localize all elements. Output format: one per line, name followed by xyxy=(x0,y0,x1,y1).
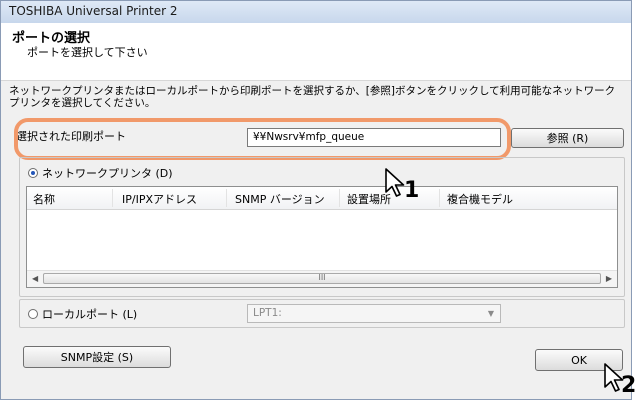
printer-port-dialog: TOSHIBA Universal Printer 2 ポートの選択 ポートを選… xyxy=(0,0,632,400)
scroll-thumb[interactable]: III xyxy=(43,273,601,284)
selected-port-highlight xyxy=(14,118,511,160)
local-port-radio[interactable] xyxy=(28,309,38,319)
network-printer-label[interactable]: ネットワークプリンタ (D) xyxy=(42,165,173,181)
network-printer-radio[interactable] xyxy=(28,168,38,178)
chevron-down-icon: ▼ xyxy=(487,309,494,318)
network-printer-list[interactable]: 名称 IP/IPXアドレス SNMP バージョン 設置場所 複合機モデル ◀ I… xyxy=(26,186,618,288)
scroll-right-arrow-icon[interactable]: ▶ xyxy=(606,274,612,283)
local-port-select[interactable]: LPT1: ▼ xyxy=(247,304,501,323)
browse-button[interactable]: 参照 (R) xyxy=(511,128,624,148)
column-name[interactable]: 名称 xyxy=(33,191,55,207)
snmp-settings-button[interactable]: SNMP設定 (S) xyxy=(23,346,171,368)
instruction-text: ネットワークプリンタまたはローカルポートから印刷ポートを選択するか、[参照]ボタ… xyxy=(9,85,616,109)
column-divider xyxy=(439,189,440,207)
mouse-pointer-icon xyxy=(385,168,405,197)
local-port-value: LPT1: xyxy=(253,307,282,319)
title-bar: TOSHIBA Universal Printer 2 xyxy=(1,1,631,24)
scroll-left-arrow-icon[interactable]: ◀ xyxy=(32,274,38,283)
page-subtitle: ポートを選択して下さい xyxy=(27,46,148,59)
step-2-label: 2 xyxy=(621,373,637,398)
dialog-header: ポートの選択 ポートを選択して下さい xyxy=(1,23,631,81)
window-title: TOSHIBA Universal Printer 2 xyxy=(9,4,178,18)
step-1-label: 1 xyxy=(404,178,420,203)
local-port-label[interactable]: ローカルポート (L) xyxy=(42,306,137,322)
column-divider xyxy=(226,189,227,207)
column-divider xyxy=(112,189,113,207)
list-header: 名称 IP/IPXアドレス SNMP バージョン 設置場所 複合機モデル xyxy=(27,187,617,210)
column-divider xyxy=(339,189,340,207)
column-mfp-model[interactable]: 複合機モデル xyxy=(447,191,513,207)
horizontal-scrollbar[interactable]: ◀ III ▶ xyxy=(27,270,617,287)
column-ip-address[interactable]: IP/IPXアドレス xyxy=(122,191,197,207)
column-snmp-version[interactable]: SNMP バージョン xyxy=(235,191,325,207)
